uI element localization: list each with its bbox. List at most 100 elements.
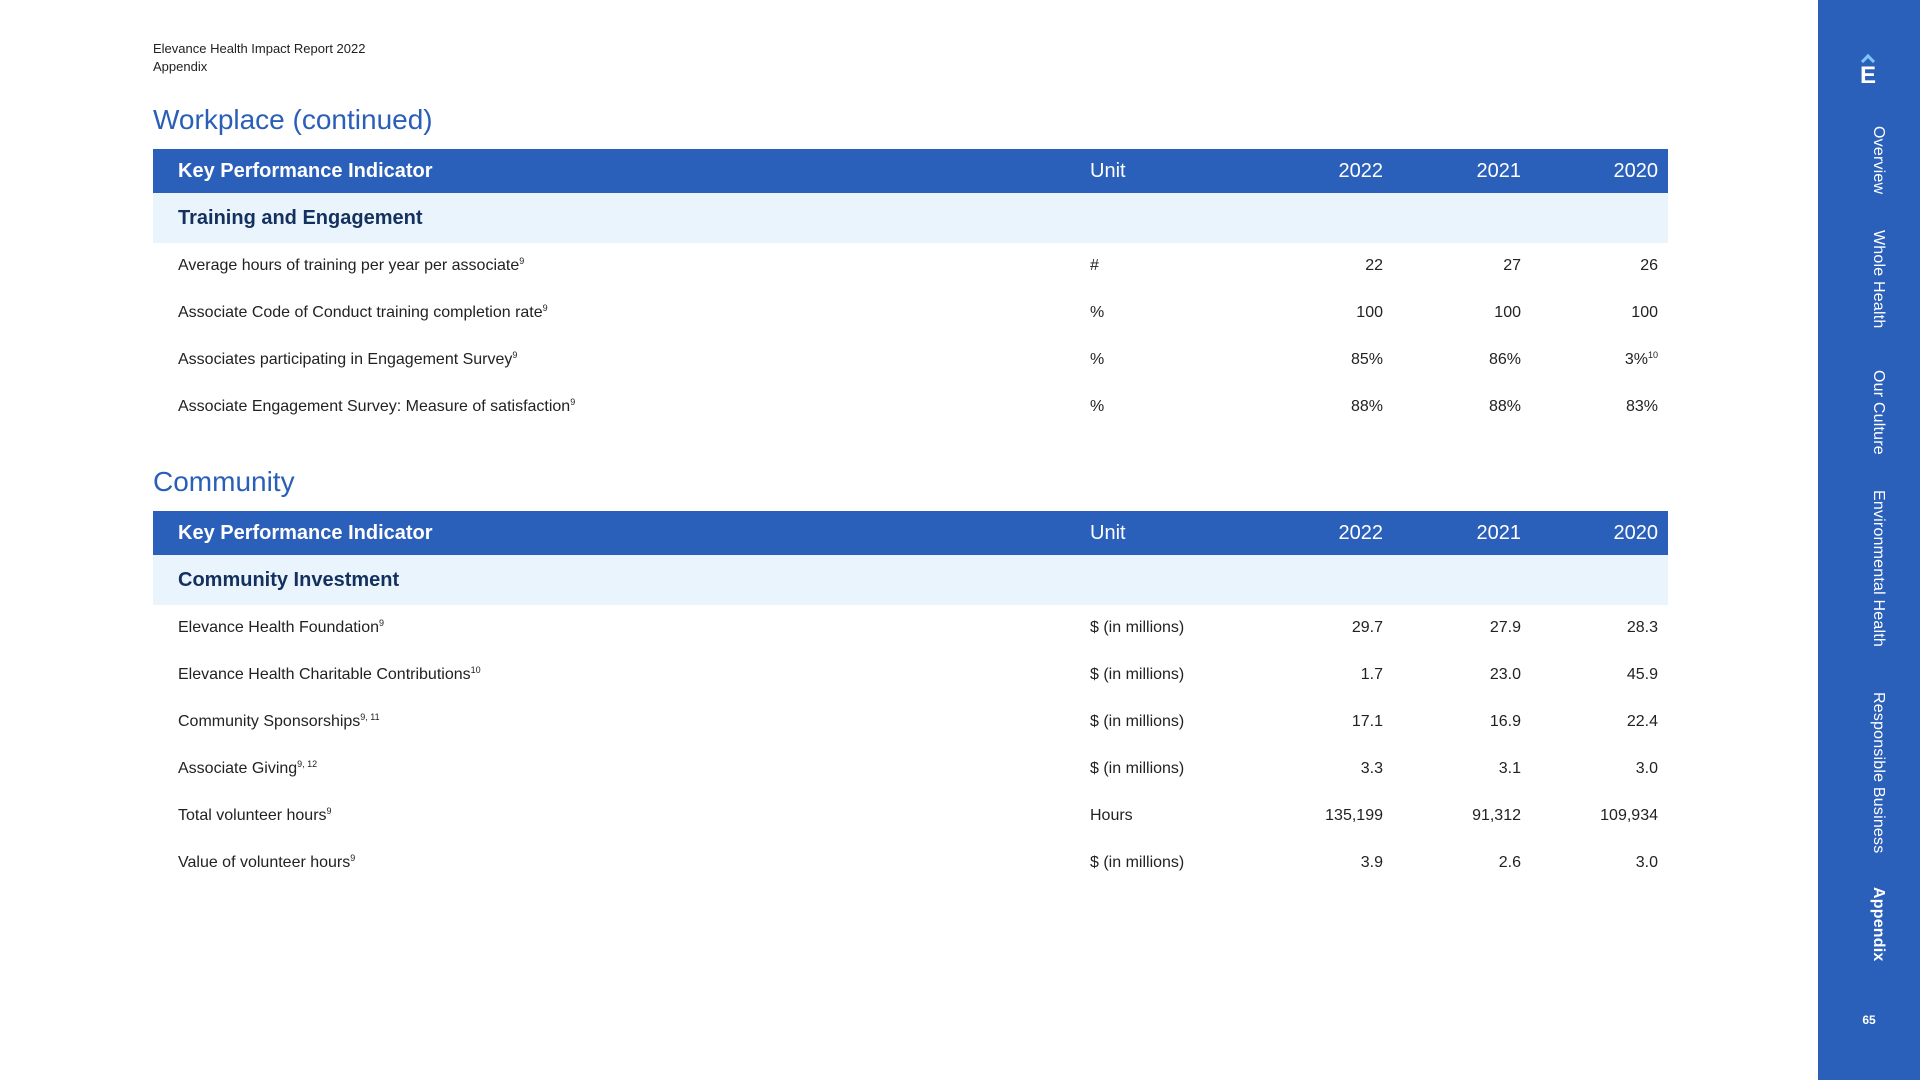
value-2021: 3.1 bbox=[1498, 760, 1521, 777]
footnote-ref: 9 bbox=[326, 806, 332, 816]
value-2022: 100 bbox=[1356, 304, 1383, 321]
column-header-2022: 2022 bbox=[1338, 522, 1384, 544]
kpi-name: Total volunteer hours9 bbox=[178, 806, 332, 825]
column-header-kpi: Key Performance Indicator bbox=[178, 522, 433, 544]
table-row: Elevance Health Charitable Contributions… bbox=[153, 652, 1668, 699]
kpi-unit: $ (in millions) bbox=[1090, 854, 1185, 871]
table-row: Associate Engagement Survey: Measure of … bbox=[153, 384, 1668, 431]
table-row: Associates participating in Engagement S… bbox=[153, 337, 1668, 384]
footnote-ref: 9 bbox=[570, 397, 576, 407]
kpi-name: Elevance Health Charitable Contributions… bbox=[178, 665, 481, 684]
kpi-unit: $ (in millions) bbox=[1090, 666, 1185, 683]
community-section-title: Community bbox=[153, 466, 295, 497]
value-2020: 109,934 bbox=[1600, 807, 1658, 824]
table-subheader: Community Investment bbox=[153, 555, 1668, 605]
value-2020: 83% bbox=[1625, 398, 1658, 415]
table-row: Community Sponsorships9, 11 $ (in million… bbox=[153, 699, 1668, 746]
value-2020: 26 bbox=[1640, 257, 1658, 274]
value-2021: 100 bbox=[1494, 304, 1521, 321]
value-2020: 22.4 bbox=[1626, 713, 1658, 730]
page-number: 65 bbox=[1862, 1013, 1876, 1027]
kpi-unit: Hours bbox=[1090, 807, 1133, 824]
subheader-label: Training and Engagement bbox=[178, 207, 423, 229]
sidebar-nav-environmental-health[interactable]: Environmental Health bbox=[1869, 490, 1887, 647]
column-header-2021: 2021 bbox=[1476, 160, 1522, 182]
table-row: Elevance Health Foundation9 $ (in million… bbox=[153, 605, 1668, 652]
column-header-kpi: Key Performance Indicator bbox=[178, 160, 433, 182]
kpi-name: Associate Engagement Survey: Measure of … bbox=[178, 397, 576, 416]
table-row: Associate Code of Conduct training compl… bbox=[153, 290, 1668, 337]
table-header: Key Performance Indicator Unit 2022 2021… bbox=[153, 149, 1668, 193]
value-2020: 28.3 bbox=[1626, 619, 1658, 636]
kpi-name: Associate Giving9, 12 bbox=[178, 759, 318, 778]
value-2021: 86% bbox=[1488, 351, 1521, 368]
column-header-2021: 2021 bbox=[1476, 522, 1522, 544]
kpi-name: Average hours of training per year per a… bbox=[178, 256, 525, 275]
logo-letter: E bbox=[1860, 62, 1877, 89]
value-2020: 3.0 bbox=[1635, 760, 1658, 777]
workplace-section-title: Workplace (continued) bbox=[153, 104, 433, 135]
value-2021: 27 bbox=[1503, 257, 1521, 274]
table-subheader: Training and Engagement bbox=[153, 193, 1668, 243]
value-2022: 22 bbox=[1365, 257, 1383, 274]
value-2022: 135,199 bbox=[1325, 807, 1383, 824]
workplace-table: Key Performance Indicator Unit 2022 2021… bbox=[153, 149, 1668, 431]
footnote-ref: 10 bbox=[470, 665, 481, 675]
value-2022: 88% bbox=[1350, 398, 1383, 415]
value-2022: 3.9 bbox=[1360, 854, 1383, 871]
report-header: Elevance Health Impact Report 2022 Appen… bbox=[153, 40, 365, 76]
table-row: Average hours of training per year per a… bbox=[153, 243, 1668, 290]
value-2022: 17.1 bbox=[1351, 713, 1383, 730]
value-2021: 88% bbox=[1488, 398, 1521, 415]
value-2022: 1.7 bbox=[1360, 666, 1383, 683]
footnote-ref: 9 bbox=[542, 303, 548, 313]
elevance-logo-icon[interactable]: E bbox=[1858, 53, 1880, 89]
table-row: Value of volunteer hours9 $ (in millions)… bbox=[153, 840, 1668, 887]
value-2022: 85% bbox=[1350, 351, 1383, 368]
value-2021: 23.0 bbox=[1489, 666, 1521, 683]
value-2020: 100 bbox=[1631, 304, 1658, 321]
report-section: Appendix bbox=[153, 59, 208, 74]
column-header-unit: Unit bbox=[1090, 160, 1126, 182]
kpi-unit: % bbox=[1090, 398, 1105, 415]
sidebar-nav-appendix[interactable]: Appendix bbox=[1869, 887, 1887, 962]
value-2021: 16.9 bbox=[1489, 713, 1521, 730]
subheader-label: Community Investment bbox=[178, 569, 400, 591]
community-table: Key Performance Indicator Unit 2022 2021… bbox=[153, 511, 1668, 887]
sidebar-nav-overview[interactable]: Overview bbox=[1869, 126, 1887, 194]
column-header-unit: Unit bbox=[1090, 522, 1126, 544]
kpi-unit: $ (in millions) bbox=[1090, 760, 1185, 777]
footnote-ref: 9 bbox=[379, 618, 385, 628]
value-2020: 3.0 bbox=[1635, 854, 1658, 871]
kpi-name: Associates participating in Engagement S… bbox=[178, 350, 518, 369]
footnote-ref: 9, 12 bbox=[297, 759, 318, 769]
value-2021: 27.9 bbox=[1489, 619, 1521, 636]
value-2020: 3%10 bbox=[1624, 350, 1658, 369]
footnote-ref: 9, 11 bbox=[360, 712, 380, 722]
kpi-unit: % bbox=[1090, 304, 1105, 321]
kpi-name: Community Sponsorships9, 11 bbox=[178, 712, 380, 731]
footnote-ref: 10 bbox=[1647, 350, 1658, 360]
report-title: Elevance Health Impact Report 2022 bbox=[153, 41, 366, 56]
value-2020: 45.9 bbox=[1626, 666, 1658, 683]
footnote-ref: 9 bbox=[519, 256, 525, 266]
value-2021: 91,312 bbox=[1472, 807, 1521, 824]
footnote-ref: 9 bbox=[512, 350, 518, 360]
kpi-name: Value of volunteer hours9 bbox=[178, 853, 356, 872]
sidebar-nav-our-culture[interactable]: Our Culture bbox=[1869, 370, 1887, 455]
sidebar-nav-whole-health[interactable]: Whole Health bbox=[1869, 230, 1887, 328]
footnote-ref: 9 bbox=[350, 853, 356, 863]
kpi-name: Associate Code of Conduct training compl… bbox=[178, 303, 548, 322]
table-row: Total volunteer hours9 Hours 135,199 91,312… bbox=[153, 793, 1668, 840]
kpi-unit: $ (in millions) bbox=[1090, 713, 1185, 730]
value-2022: 3.3 bbox=[1360, 760, 1383, 777]
sidebar-nav-responsible-business[interactable]: Responsible Business bbox=[1869, 692, 1887, 853]
kpi-unit: # bbox=[1090, 257, 1099, 274]
column-header-2020: 2020 bbox=[1613, 522, 1659, 544]
kpi-unit: $ (in millions) bbox=[1090, 619, 1185, 636]
value-2021: 2.6 bbox=[1498, 854, 1521, 871]
table-row: Associate Giving9, 12 $ (in millions) 3.3 3… bbox=[153, 746, 1668, 793]
value-2022: 29.7 bbox=[1351, 619, 1383, 636]
table-header: Key Performance Indicator Unit 2022 2021… bbox=[153, 511, 1668, 555]
column-header-2020: 2020 bbox=[1613, 160, 1659, 182]
